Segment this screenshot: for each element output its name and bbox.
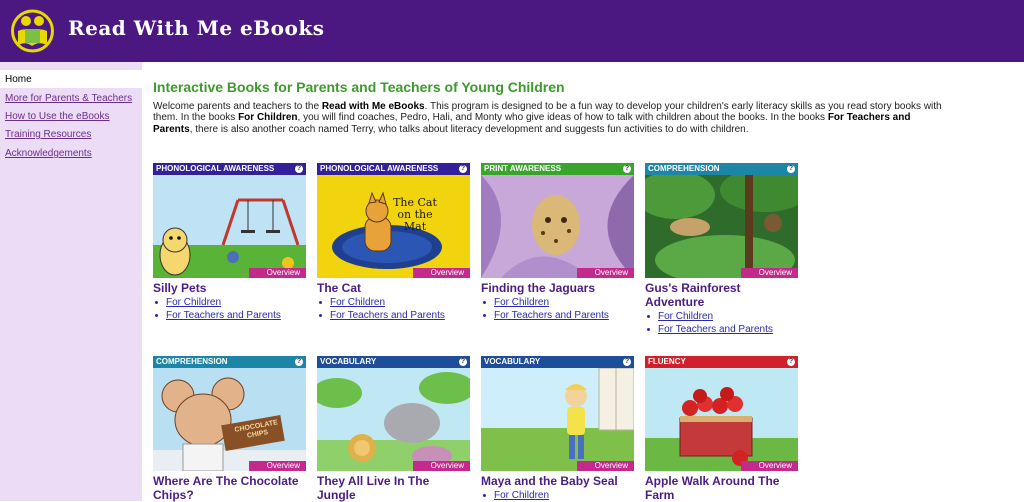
for-children-link[interactable]: For Children [319, 296, 470, 309]
book-title[interactable]: Finding the Jaguars [481, 281, 634, 295]
sidebar-item-home[interactable]: Home [5, 74, 32, 85]
book-cover-image[interactable]: Overview [645, 368, 798, 471]
book-title[interactable]: Apple Walk Around The Farm [645, 474, 798, 502]
overview-button[interactable]: Overview [741, 461, 798, 471]
overview-button[interactable]: Overview [577, 268, 634, 278]
help-icon[interactable]: ? [787, 358, 795, 366]
overview-button[interactable]: Overview [413, 461, 470, 471]
book-title[interactable]: The Cat [317, 281, 470, 295]
book-card-silly-pets: PHONOLOGICAL AWARENESS? Overview Silly P… [153, 163, 306, 322]
intro-paragraph: Welcome parents and teachers to the Read… [153, 101, 942, 135]
book-cover-image[interactable]: Overview [481, 368, 634, 471]
for-children-link[interactable]: For Children [483, 489, 634, 502]
book-cover-image[interactable]: Overview [645, 175, 798, 278]
sidebar-item-more-for-parents-teachers[interactable]: More for Parents & Teachers [5, 93, 132, 104]
overview-button[interactable]: Overview [249, 461, 306, 471]
book-card-finding-the-jaguars: PRINT AWARENESS? Overview Finding the Ja… [481, 163, 634, 322]
category-badge: PHONOLOGICAL AWARENESS? [153, 163, 306, 175]
book-title[interactable]: Where Are The Chocolate Chips? [153, 474, 306, 502]
category-badge: FLUENCY? [645, 356, 798, 368]
book-cover-image[interactable]: The Cat on the Mat Overview [317, 175, 470, 278]
category-badge: PHONOLOGICAL AWARENESS? [317, 163, 470, 175]
overview-button[interactable]: Overview [741, 268, 798, 278]
for-teachers-parents-link[interactable]: For Teachers and Parents [155, 309, 306, 322]
sidebar: Home More for Parents & Teachers How to … [0, 62, 142, 501]
book-title[interactable]: Maya and the Baby Seal [481, 474, 634, 488]
book-title[interactable]: Gus's Rainforest Adventure [645, 281, 798, 309]
page-title: Interactive Books for Parents and Teache… [153, 79, 565, 95]
category-badge: PRINT AWARENESS? [481, 163, 634, 175]
book-card-maya-and-the-baby-seal: VOCABULARY? Overview Maya and the Baby S… [481, 356, 634, 502]
category-badge: COMPREHENSION? [645, 163, 798, 175]
book-cover-image[interactable]: CHOCOLATE CHIPS Overview [153, 368, 306, 471]
category-badge: COMPREHENSION? [153, 356, 306, 368]
overview-button[interactable]: Overview [249, 268, 306, 278]
help-icon[interactable]: ? [295, 358, 303, 366]
help-icon[interactable]: ? [623, 165, 631, 173]
for-teachers-parents-link[interactable]: For Teachers and Parents [647, 323, 798, 336]
for-teachers-parents-link[interactable]: For Teachers and Parents [319, 309, 470, 322]
category-badge: VOCABULARY? [317, 356, 470, 368]
book-card-they-all-live-in-the-jungle: VOCABULARY? Overview They All Live In Th… [317, 356, 470, 502]
for-children-link[interactable]: For Children [483, 296, 634, 309]
category-badge: VOCABULARY? [481, 356, 634, 368]
help-icon[interactable]: ? [787, 165, 795, 173]
book-cover-image[interactable]: Overview [153, 175, 306, 278]
book-title[interactable]: Silly Pets [153, 281, 306, 295]
book-title[interactable]: They All Live In The Jungle [317, 474, 470, 502]
help-icon[interactable]: ? [295, 165, 303, 173]
book-card-gus-rainforest-adventure: COMPREHENSION? Overview Gus's Rainforest… [645, 163, 798, 336]
book-card-apple-walk-around-the-farm: FLUENCY? Overview Apple Walk Around The … [645, 356, 798, 502]
book-card-the-cat: PHONOLOGICAL AWARENESS? The Cat on the M… [317, 163, 470, 322]
for-teachers-parents-link[interactable]: For Teachers and Parents [483, 309, 634, 322]
help-icon[interactable]: ? [459, 165, 467, 173]
cover-title-text: The Cat on the Mat [393, 196, 437, 233]
overview-button[interactable]: Overview [577, 461, 634, 471]
site-title: Read With Me eBooks [68, 16, 325, 40]
sidebar-item-training-resources[interactable]: Training Resources [5, 129, 91, 140]
book-cover-image[interactable]: Overview [317, 368, 470, 471]
book-cover-image[interactable]: Overview [481, 175, 634, 278]
book-card-where-are-the-chocolate-chips: COMPREHENSION? CHOCOLATE CHIPS Overview … [153, 356, 306, 502]
help-icon[interactable]: ? [623, 358, 631, 366]
for-children-link[interactable]: For Children [647, 310, 798, 323]
for-children-link[interactable]: For Children [155, 296, 306, 309]
help-icon[interactable]: ? [459, 358, 467, 366]
overview-button[interactable]: Overview [413, 268, 470, 278]
sidebar-item-how-to-use[interactable]: How to Use the eBooks [5, 111, 110, 122]
logo-icon [11, 9, 54, 53]
site-header: Read With Me eBooks [0, 0, 1024, 62]
sidebar-item-acknowledgements[interactable]: Acknowledgements [5, 148, 92, 159]
